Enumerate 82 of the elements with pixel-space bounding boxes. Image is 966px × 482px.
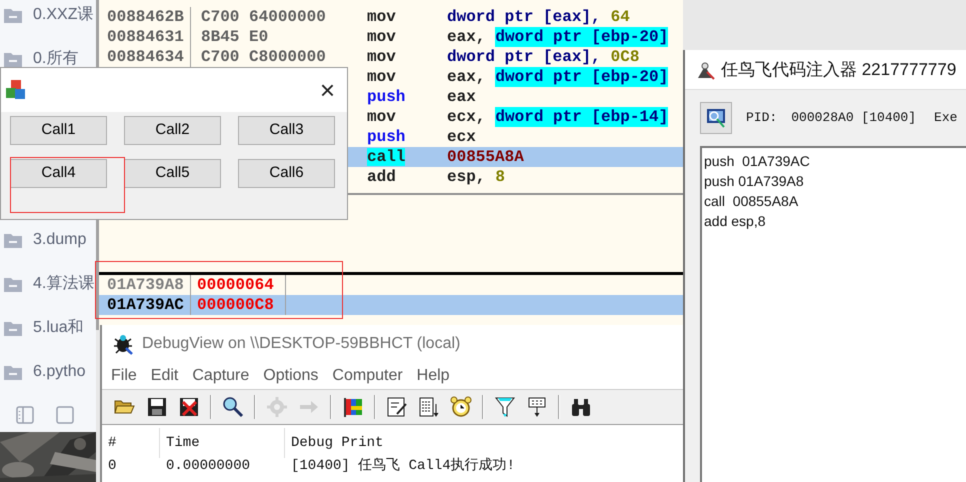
menu-item[interactable]: Options [263, 364, 318, 388]
folder-icon [3, 364, 23, 380]
mnemonic: push [367, 88, 406, 106]
call-button[interactable]: Call3 [238, 116, 335, 145]
call-button[interactable]: Call4 [10, 159, 107, 188]
list-icon[interactable] [418, 396, 440, 418]
operand: 00855A8A [447, 147, 524, 167]
column-header[interactable]: # [102, 428, 160, 458]
menu-item[interactable]: Computer [332, 364, 403, 388]
table-cell-text: [10400] 任鸟飞 Call4执行成功! [290, 456, 516, 476]
filter-icon[interactable] [494, 396, 516, 418]
bytes-cell-text: 8B45 E0 [200, 27, 270, 47]
call-button[interactable]: Call6 [238, 159, 335, 188]
column-header[interactable]: Time [160, 428, 285, 458]
operand: dword ptr [ebp-14] [495, 107, 668, 127]
monitor-search-icon [705, 107, 727, 129]
folder-icon [3, 276, 23, 292]
operand: ecx, [447, 107, 486, 127]
call-button[interactable]: Call5 [124, 159, 221, 188]
operand: eax, [447, 27, 486, 47]
operand: 8 [495, 167, 506, 187]
bytes-cell-text: C700 C8000000 [200, 47, 327, 67]
operand: dword ptr [eax], [447, 47, 601, 67]
tool-icon [695, 60, 715, 80]
window-title: DebugView on \\DESKTOP-59BBHCT (local) [142, 334, 460, 354]
mnemonic: mov [367, 28, 396, 46]
operand: 0C8 [610, 47, 640, 67]
folder-icon [3, 6, 23, 24]
mnemonic: mov [367, 108, 396, 126]
address-cell: 01A739AC [99, 295, 191, 315]
window-title: 任鸟飞代码注入器 2217777779 [721, 58, 956, 81]
address-cell: 0088462B [99, 7, 191, 27]
mnemonic: push [367, 128, 406, 146]
operand: eax [447, 87, 476, 107]
folder-label[interactable]: 6.pytho [33, 360, 86, 384]
code-textarea[interactable]: push 01A739AC push 01A739A8 call 00855A8A add esp,8 [700, 146, 966, 482]
bytes-cell-text: C700 64000000 [200, 7, 327, 27]
mnemonic: mov [367, 48, 396, 66]
folder-label[interactable]: 4.算法课 [33, 272, 94, 296]
operand: eax, [447, 67, 486, 87]
save-icon[interactable] [146, 396, 168, 418]
color-flag-icon[interactable] [342, 396, 364, 418]
operand: ecx [447, 127, 476, 147]
pid-value: 000028A0 [10400] [791, 109, 916, 128]
mnemonic: mov [367, 8, 396, 26]
operand: 64 [610, 7, 630, 27]
call-button[interactable]: Call1 [10, 116, 107, 145]
value-cell: 000000C8 [191, 295, 286, 315]
menu-item[interactable]: File [111, 364, 137, 388]
folder-label[interactable]: 3.dump [33, 228, 86, 252]
menu-item[interactable]: Edit [150, 364, 178, 388]
clear-icon[interactable] [178, 396, 200, 418]
mnemonic: add [367, 168, 396, 186]
mnemonic: mov [367, 68, 396, 86]
folder-icon [3, 320, 23, 336]
highlight-pin-icon[interactable] [526, 396, 548, 418]
field-label: Exe [934, 109, 958, 128]
operand: dword ptr [ebp-20] [495, 67, 668, 87]
pid-label: PID: [746, 109, 778, 128]
folder-label[interactable]: 5.lua和 [33, 316, 84, 340]
folder-icon [3, 232, 23, 248]
operand: dword ptr [ebp-20] [495, 27, 668, 47]
search-icon[interactable] [222, 396, 244, 418]
edit-icon[interactable] [386, 396, 408, 418]
binoculars-icon[interactable] [570, 396, 592, 418]
scan-button[interactable] [700, 102, 732, 134]
app-icon [5, 79, 27, 101]
alarm-clock-icon[interactable] [450, 396, 472, 418]
folder-label[interactable]: 0.所有 [33, 47, 78, 71]
menu-item[interactable]: Help [416, 364, 450, 388]
menu-item[interactable]: Capture [192, 364, 250, 388]
address-cell: 00884631 [99, 27, 191, 47]
mnemonic: call [367, 148, 406, 166]
table-cell-text: 0.00000000 [165, 456, 252, 476]
bug-icon [112, 332, 134, 354]
folder-label[interactable]: 0.XXZ课 [33, 3, 94, 27]
call-button[interactable]: Call2 [124, 116, 221, 145]
column-header[interactable]: Debug Print [285, 432, 384, 454]
close-button[interactable]: × [320, 77, 335, 103]
operand: esp, [447, 167, 486, 187]
table-cell-text: 0 [107, 456, 118, 476]
operand: dword ptr [eax], [447, 7, 601, 27]
